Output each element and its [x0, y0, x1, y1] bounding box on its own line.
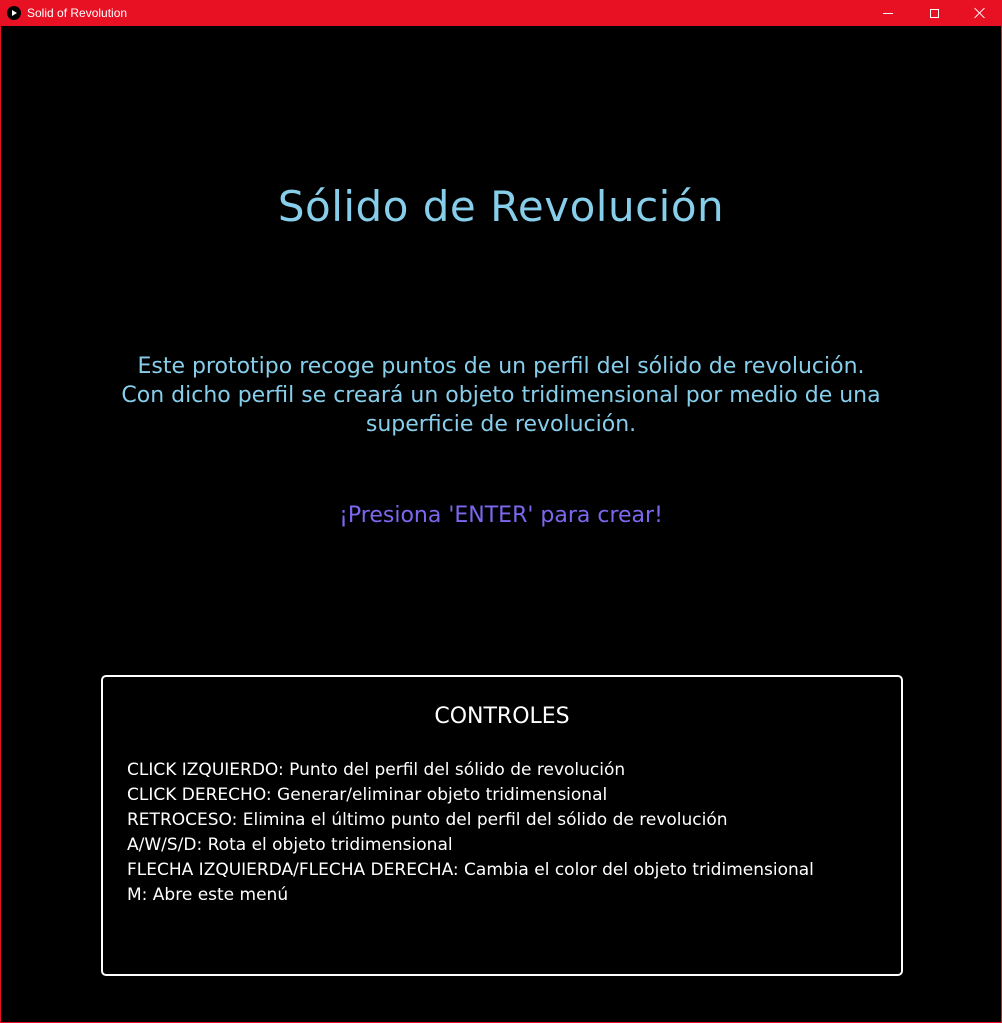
controls-panel: CONTROLES CLICK IZQUIERDO: Punto del per…	[101, 675, 903, 976]
minimize-button[interactable]	[865, 0, 911, 26]
description-line: Con dicho perfil se creará un objeto tri…	[121, 383, 881, 408]
control-item: CLICK DERECHO: Generar/eliminar objeto t…	[127, 785, 608, 805]
minimize-icon	[883, 12, 893, 14]
control-item: M: Abre este menú	[127, 885, 289, 905]
maximize-button[interactable]	[911, 0, 957, 26]
maximize-icon	[929, 8, 939, 18]
control-item: RETROCESO: Elimina el último punto del p…	[127, 810, 728, 830]
title-bar[interactable]: Solid of Revolution	[1, 0, 1002, 26]
close-button[interactable]	[957, 0, 1002, 26]
controls-list: CLICK IZQUIERDO: Punto del perfil del só…	[127, 758, 814, 908]
page-title: Sólido de Revolución	[277, 182, 725, 231]
controls-title: CONTROLES	[434, 704, 570, 729]
control-item: CLICK IZQUIERDO: Punto del perfil del só…	[127, 760, 626, 780]
description-line: Este prototipo recoge puntos de un perfi…	[137, 354, 865, 379]
window-title: Solid of Revolution	[27, 6, 128, 20]
enter-prompt: ¡Presiona 'ENTER' para crear!	[339, 503, 663, 528]
play-icon	[7, 6, 21, 20]
description-line: superficie de revolución.	[365, 412, 637, 437]
control-item: A/W/S/D: Rota el objeto tridimensional	[127, 835, 453, 855]
window-controls	[865, 0, 1002, 26]
close-icon	[974, 7, 986, 19]
app-window: Solid of Revolution Sólido de Revolución…	[0, 0, 1002, 1023]
description: Este prototipo recoge puntos de un perfi…	[61, 352, 941, 439]
control-item: FLECHA IZQUIERDA/FLECHA DERECHA: Cambia …	[127, 860, 814, 880]
